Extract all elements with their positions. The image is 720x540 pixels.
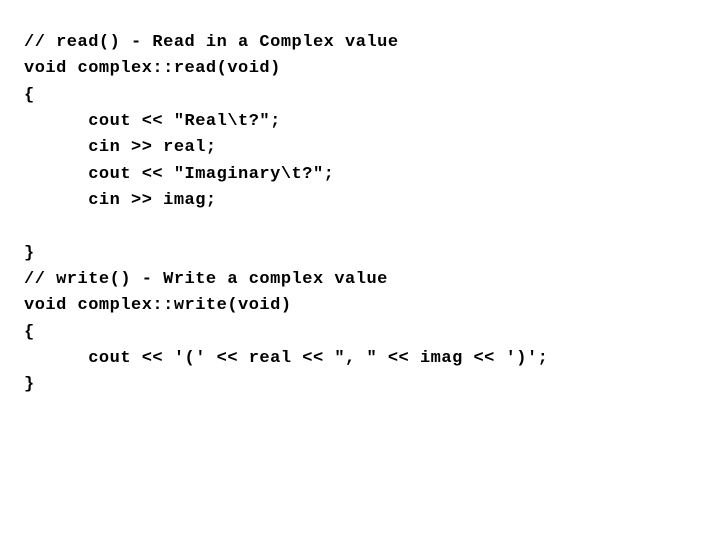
code-block: // read() - Read in a Complex value void…	[0, 0, 720, 429]
code-line: }	[24, 375, 35, 394]
code-line: cin >> imag;	[24, 191, 217, 210]
code-line: {	[24, 86, 35, 105]
code-line: void complex::read(void)	[24, 59, 281, 78]
code-line: cout << "Real\t?";	[24, 112, 281, 131]
code-line: cout << "Imaginary\t?";	[24, 165, 334, 184]
code-line: // read() - Read in a Complex value	[24, 33, 399, 52]
code-line: cin >> real;	[24, 138, 217, 157]
code-line: cout << '(' << real << ", " << imag << '…	[24, 349, 548, 368]
code-line: {	[24, 323, 35, 342]
code-line: }	[24, 244, 35, 263]
code-line: // write() - Write a complex value	[24, 270, 388, 289]
code-line: void complex::write(void)	[24, 296, 292, 315]
